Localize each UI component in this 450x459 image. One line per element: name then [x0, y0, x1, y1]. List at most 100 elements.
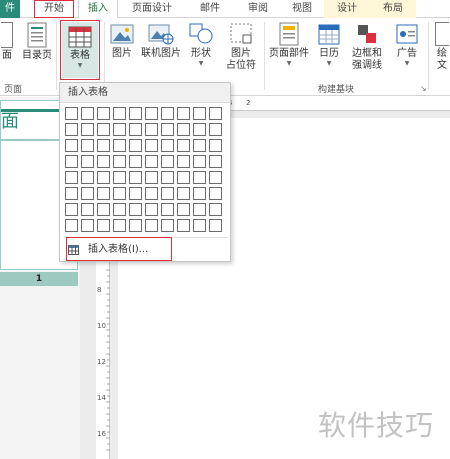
- table-grid-cell[interactable]: [145, 171, 158, 184]
- table-grid-cell[interactable]: [209, 107, 222, 120]
- dialog-launcher-icon[interactable]: ↘: [420, 84, 427, 93]
- table-grid-cell[interactable]: [177, 139, 190, 152]
- table-grid-cell[interactable]: [177, 123, 190, 136]
- table-grid-cell[interactable]: [193, 219, 206, 232]
- table-grid-cell[interactable]: [177, 171, 190, 184]
- table-grid-cell[interactable]: [113, 155, 126, 168]
- calendar-button[interactable]: 日历 ▼: [314, 22, 344, 68]
- table-grid-cell[interactable]: [177, 107, 190, 120]
- table-grid-cell[interactable]: [81, 139, 94, 152]
- tab-table-design[interactable]: 设计: [324, 0, 370, 18]
- table-grid-cell[interactable]: [113, 107, 126, 120]
- table-grid-cell[interactable]: [81, 219, 94, 232]
- advertisements-button[interactable]: 广告 ▼: [392, 22, 422, 68]
- table-grid-cell[interactable]: [97, 123, 110, 136]
- online-picture-button[interactable]: 联机图片: [138, 22, 184, 60]
- table-grid-cell[interactable]: [97, 219, 110, 232]
- tab-page-design[interactable]: 页面设计: [124, 0, 180, 18]
- borders-accents-button[interactable]: 边框和 强调线: [346, 22, 388, 72]
- table-grid-cell[interactable]: [65, 107, 78, 120]
- table-grid-cell[interactable]: [113, 171, 126, 184]
- table-grid-cell[interactable]: [97, 171, 110, 184]
- toc-page-button[interactable]: 目录页: [20, 22, 54, 62]
- table-grid-cell[interactable]: [209, 187, 222, 200]
- table-grid-cell[interactable]: [65, 139, 78, 152]
- tab-view[interactable]: 视图: [284, 0, 320, 18]
- table-grid-cell[interactable]: [161, 107, 174, 120]
- table-grid-cell[interactable]: [129, 203, 142, 216]
- table-grid-cell[interactable]: [113, 219, 126, 232]
- table-grid-cell[interactable]: [129, 187, 142, 200]
- table-grid-cell[interactable]: [113, 187, 126, 200]
- page-button[interactable]: 面: [0, 22, 14, 62]
- table-size-grid[interactable]: [65, 107, 227, 233]
- table-grid-cell[interactable]: [81, 155, 94, 168]
- table-grid-cell[interactable]: [145, 139, 158, 152]
- tab-table-layout[interactable]: 布局: [370, 0, 416, 18]
- table-grid-cell[interactable]: [161, 171, 174, 184]
- table-grid-cell[interactable]: [161, 219, 174, 232]
- table-grid-cell[interactable]: [193, 123, 206, 136]
- table-grid-cell[interactable]: [193, 203, 206, 216]
- tab-review[interactable]: 审阅: [238, 0, 278, 18]
- table-grid-cell[interactable]: [145, 107, 158, 120]
- table-grid-cell[interactable]: [129, 139, 142, 152]
- table-grid-cell[interactable]: [65, 203, 78, 216]
- table-grid-cell[interactable]: [209, 139, 222, 152]
- table-grid-cell[interactable]: [161, 155, 174, 168]
- table-grid-cell[interactable]: [81, 203, 94, 216]
- table-grid-cell[interactable]: [129, 171, 142, 184]
- draw-textbox-button[interactable]: 绘 文: [434, 22, 450, 72]
- table-grid-cell[interactable]: [209, 203, 222, 216]
- table-grid-cell[interactable]: [129, 219, 142, 232]
- table-grid-cell[interactable]: [193, 187, 206, 200]
- table-grid-cell[interactable]: [145, 219, 158, 232]
- picture-placeholder-button[interactable]: 图片 占位符: [222, 22, 260, 72]
- table-grid-cell[interactable]: [193, 155, 206, 168]
- table-grid-cell[interactable]: [129, 107, 142, 120]
- tab-home[interactable]: 开始: [34, 0, 74, 18]
- shapes-button[interactable]: 形状 ▼: [186, 22, 216, 68]
- table-grid-cell[interactable]: [65, 187, 78, 200]
- table-button[interactable]: 表格 ▼: [62, 22, 98, 78]
- table-grid-cell[interactable]: [97, 203, 110, 216]
- table-grid-cell[interactable]: [97, 107, 110, 120]
- tab-insert[interactable]: 插入: [78, 0, 118, 19]
- table-grid-cell[interactable]: [193, 171, 206, 184]
- table-grid-cell[interactable]: [145, 155, 158, 168]
- table-grid-cell[interactable]: [145, 123, 158, 136]
- table-grid-cell[interactable]: [209, 171, 222, 184]
- tab-mailings[interactable]: 邮件: [190, 0, 230, 18]
- table-grid-cell[interactable]: [97, 187, 110, 200]
- table-grid-cell[interactable]: [113, 203, 126, 216]
- table-grid-cell[interactable]: [97, 155, 110, 168]
- table-grid-cell[interactable]: [145, 203, 158, 216]
- table-grid-cell[interactable]: [177, 187, 190, 200]
- table-grid-cell[interactable]: [97, 139, 110, 152]
- table-grid-cell[interactable]: [65, 155, 78, 168]
- table-grid-cell[interactable]: [81, 123, 94, 136]
- table-grid-cell[interactable]: [209, 123, 222, 136]
- table-grid-cell[interactable]: [209, 219, 222, 232]
- tab-file[interactable]: 件: [0, 0, 20, 18]
- table-grid-cell[interactable]: [65, 123, 78, 136]
- page-parts-button[interactable]: 页面部件 ▼: [266, 22, 312, 68]
- table-grid-cell[interactable]: [161, 187, 174, 200]
- table-grid-cell[interactable]: [161, 123, 174, 136]
- table-grid-cell[interactable]: [193, 139, 206, 152]
- table-grid-cell[interactable]: [113, 123, 126, 136]
- table-grid-cell[interactable]: [65, 219, 78, 232]
- picture-button[interactable]: 图片: [108, 22, 136, 60]
- table-grid-cell[interactable]: [81, 171, 94, 184]
- table-grid-cell[interactable]: [177, 155, 190, 168]
- table-grid-cell[interactable]: [65, 171, 78, 184]
- table-grid-cell[interactable]: [193, 107, 206, 120]
- table-grid-cell[interactable]: [113, 139, 126, 152]
- table-grid-cell[interactable]: [161, 203, 174, 216]
- table-grid-cell[interactable]: [81, 187, 94, 200]
- table-grid-cell[interactable]: [145, 187, 158, 200]
- table-grid-cell[interactable]: [81, 107, 94, 120]
- table-grid-cell[interactable]: [177, 219, 190, 232]
- table-grid-cell[interactable]: [129, 155, 142, 168]
- table-grid-cell[interactable]: [209, 155, 222, 168]
